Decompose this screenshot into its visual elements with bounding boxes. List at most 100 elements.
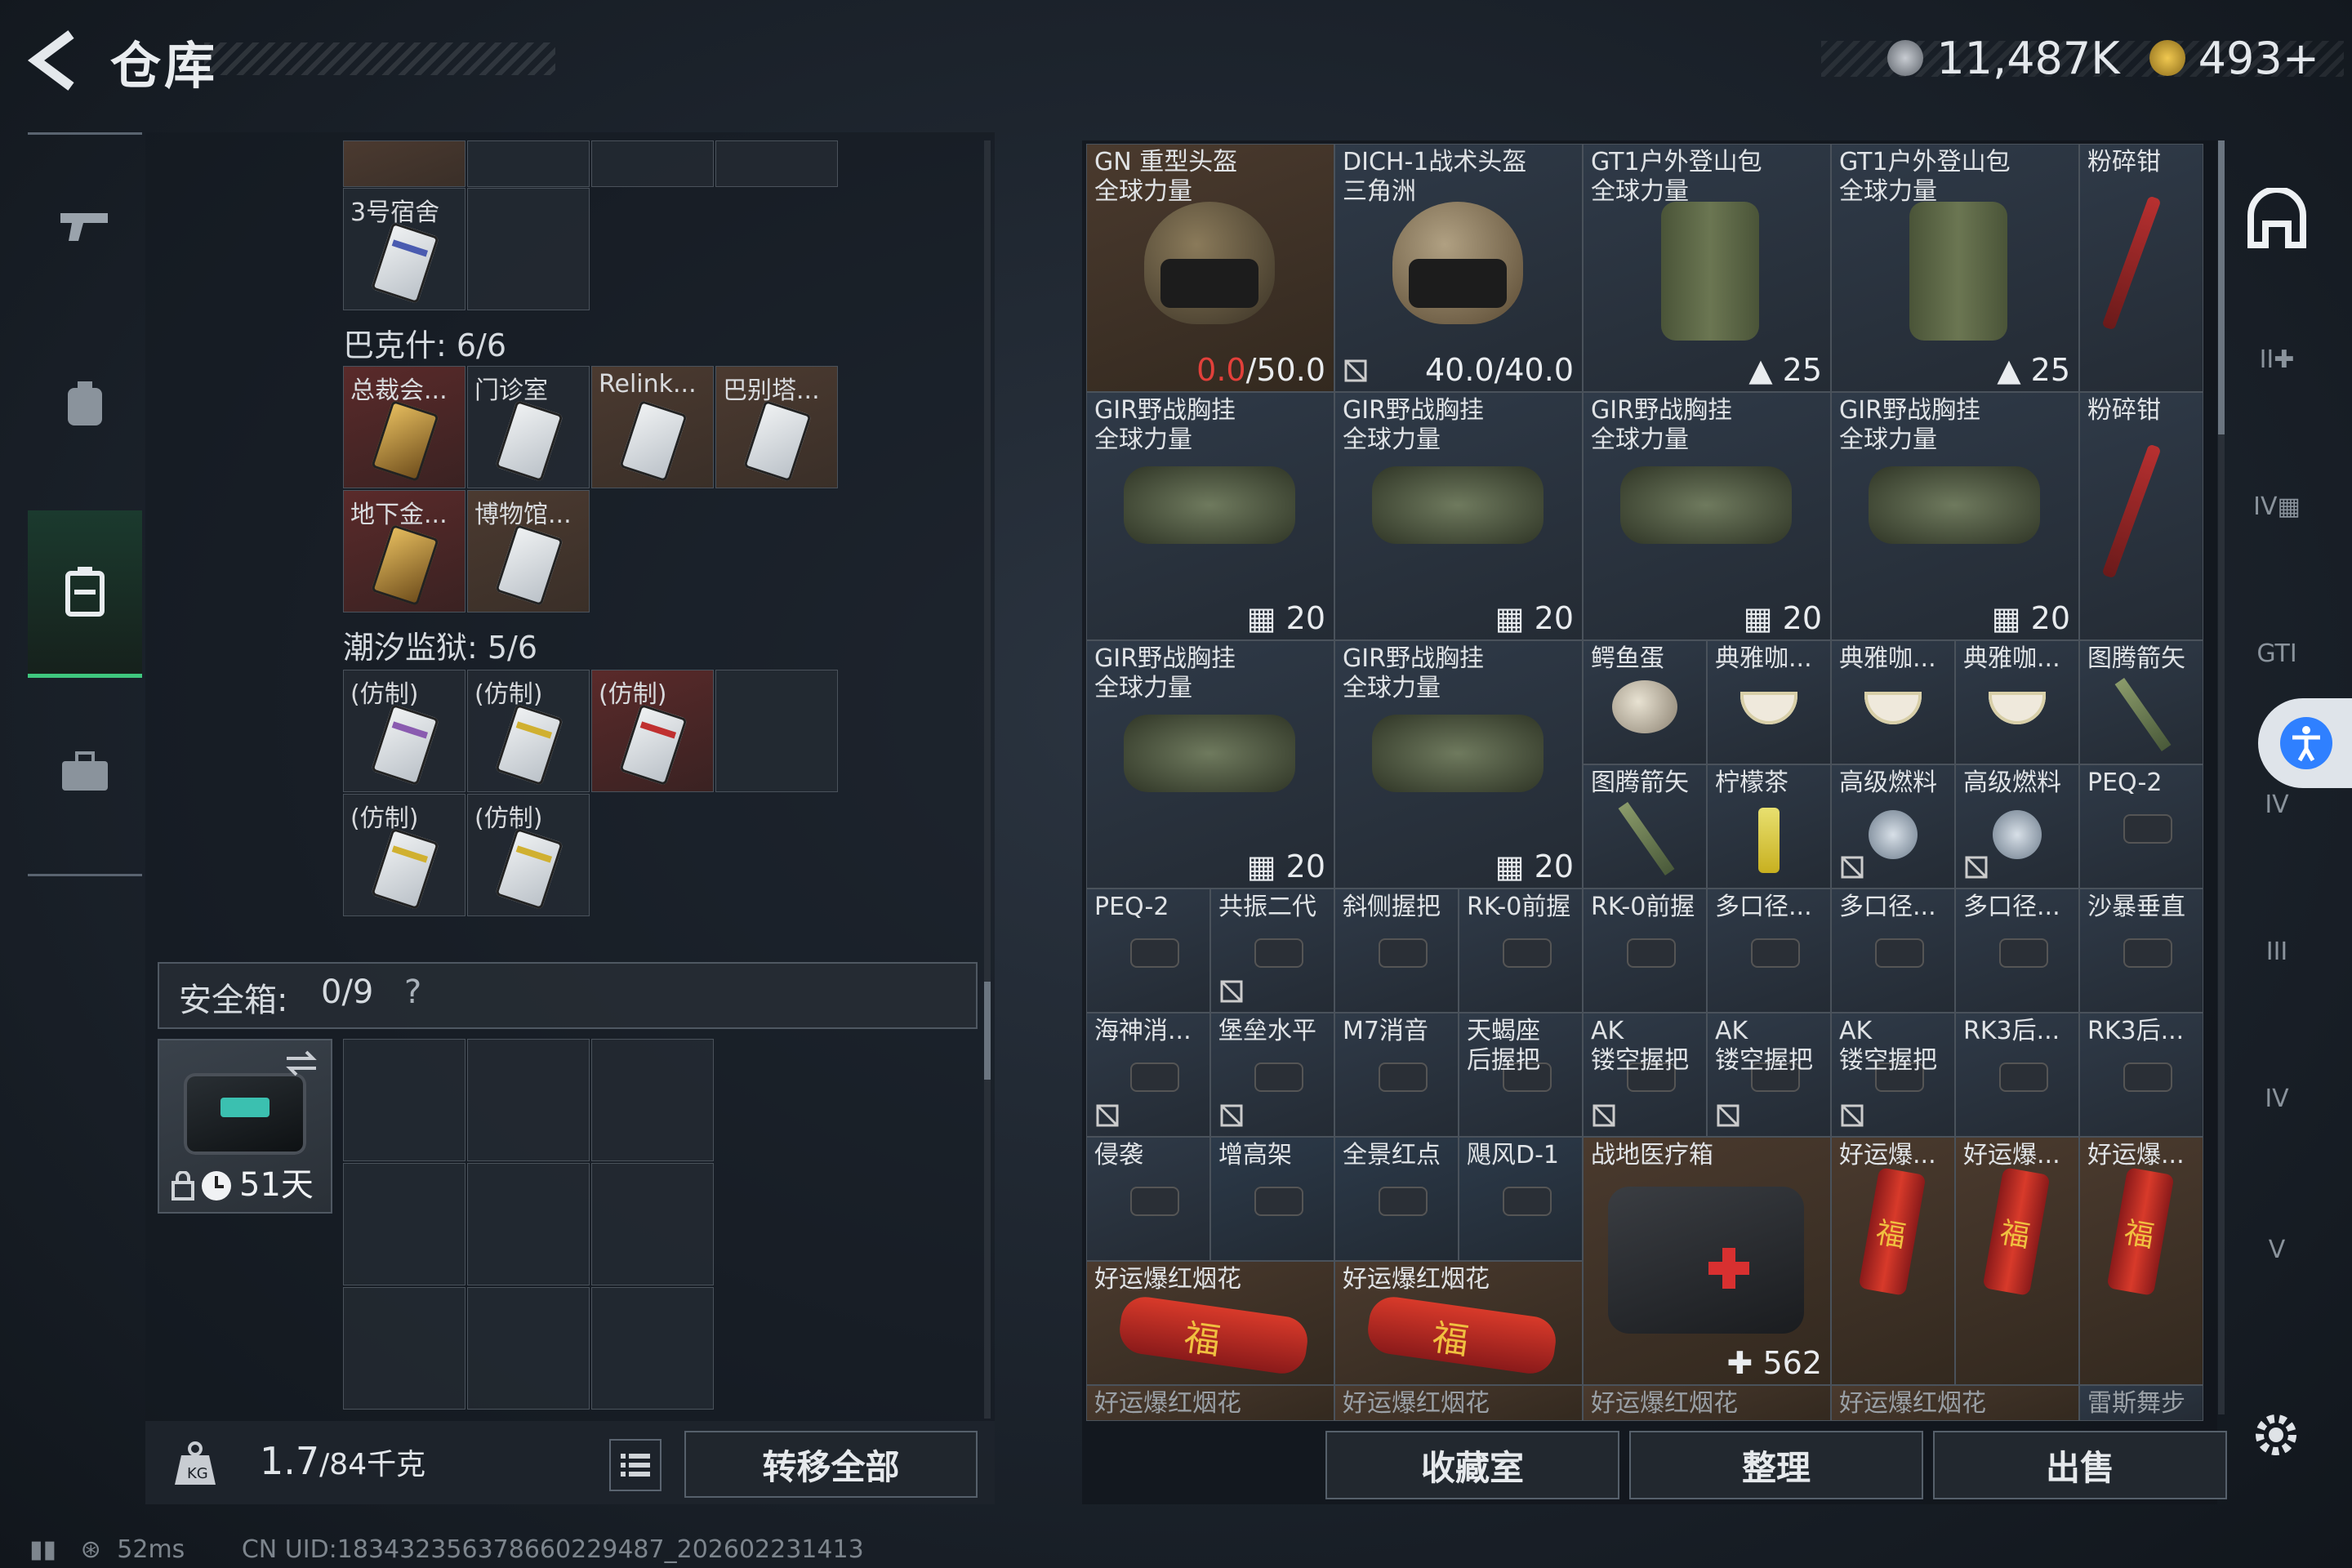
key-slot[interactable]: [715, 140, 838, 187]
item-attachment[interactable]: 全景红点: [1334, 1137, 1459, 1261]
item-bolt-cutter[interactable]: 粉碎钳: [2079, 392, 2203, 640]
safebox-slot[interactable]: [591, 1163, 714, 1285]
key-item[interactable]: 巴别塔...: [715, 366, 838, 488]
item-totem-arrow[interactable]: 图腾箭矢: [1583, 764, 1707, 889]
collection-room-button[interactable]: 收藏室: [1325, 1431, 1619, 1499]
empty-slot[interactable]: [467, 188, 590, 310]
item-firecracker[interactable]: 福好运爆...: [2079, 1137, 2203, 1385]
item-attachment[interactable]: AK 镂空握把: [1831, 1013, 1955, 1137]
item-firecracker[interactable]: 福好运爆...: [1831, 1137, 1955, 1385]
safebox-container[interactable]: 51天: [158, 1039, 332, 1214]
item-firecracker[interactable]: 福好运爆...: [1955, 1137, 2079, 1385]
item-attachment[interactable]: 共振二代: [1210, 889, 1334, 1013]
safebox-slot[interactable]: [467, 1039, 590, 1161]
item-attachment[interactable]: AK 镂空握把: [1707, 1013, 1831, 1137]
list-view-button[interactable]: [609, 1439, 662, 1491]
key-item[interactable]: 总裁会...: [343, 366, 466, 488]
item-attachment[interactable]: RK3后...: [1955, 1013, 2079, 1137]
item-firecracker[interactable]: 福好运爆红烟花: [1086, 1261, 1334, 1385]
item-coffee[interactable]: 典雅咖...: [1831, 640, 1955, 764]
item-peq2[interactable]: PEQ-2: [2079, 764, 2203, 889]
accessibility-button[interactable]: [2258, 698, 2352, 788]
item-firecracker[interactable]: 福好运爆红烟花: [1334, 1261, 1583, 1385]
item-attachment[interactable]: 海神消...: [1086, 1013, 1210, 1137]
key-item[interactable]: (仿制): [467, 794, 590, 916]
item-chest-rig[interactable]: GIR野战胸挂 全球力量 ▦ 20: [1583, 392, 1831, 640]
item-attachment[interactable]: PEQ-2: [1086, 889, 1210, 1013]
nav-storage[interactable]: [28, 510, 142, 678]
item-chest-rig[interactable]: GIR野战胸挂 全球力量 ▦ 20: [1086, 392, 1334, 640]
side-tab-weapons[interactable]: III: [2244, 919, 2310, 984]
item-attachment[interactable]: 增高架: [1210, 1137, 1334, 1261]
safebox-slot[interactable]: [467, 1287, 590, 1410]
nav-briefcase[interactable]: [28, 690, 142, 853]
inventory-scrollbar[interactable]: [2218, 140, 2225, 1414]
item-lemon-tea[interactable]: 柠檬茶: [1707, 764, 1831, 889]
item-chest-rig[interactable]: GIR野战胸挂 全球力量 ▦ 20: [1334, 392, 1583, 640]
key-item[interactable]: (仿制): [343, 670, 466, 792]
left-scrollbar[interactable]: [984, 140, 991, 1419]
safebox-slot[interactable]: [467, 1163, 590, 1285]
key-slot[interactable]: [591, 140, 714, 187]
key-item-dorm3[interactable]: 3号宿舍: [343, 188, 466, 310]
item-attachment[interactable]: 侵袭: [1086, 1137, 1210, 1261]
safehouse-tab[interactable]: [2244, 186, 2310, 252]
side-tab-medical[interactable]: II ✚: [2244, 327, 2310, 392]
item-helmet-gn[interactable]: GN 重型头盔 全球力量 0.0/50.0: [1086, 144, 1334, 392]
item-attachment[interactable]: RK-0前握: [1583, 889, 1707, 1013]
key-item[interactable]: (仿制): [467, 670, 590, 792]
item-chest-rig[interactable]: GIR野战胸挂 全球力量 ▦ 20: [1086, 640, 1334, 889]
left-scroll-thumb[interactable]: [984, 982, 991, 1080]
sell-button[interactable]: 出售: [1933, 1431, 2227, 1499]
key-item[interactable]: 门诊室: [467, 366, 590, 488]
item-attachment[interactable]: 多口径...: [1707, 889, 1831, 1013]
item-firecracker[interactable]: 好运爆红烟花: [1086, 1385, 1334, 1421]
currency-gold-value[interactable]: 493+: [2198, 33, 2319, 84]
key-item[interactable]: 博物馆...: [467, 490, 590, 612]
item-attachment[interactable]: M7消音: [1334, 1013, 1459, 1137]
side-tab-machine[interactable]: IV: [2244, 1066, 2310, 1131]
back-arrow-icon[interactable]: [26, 28, 83, 93]
transfer-all-button[interactable]: 转移全部: [684, 1431, 978, 1498]
safebox-slot[interactable]: [343, 1287, 466, 1410]
nav-backpack[interactable]: [28, 323, 142, 486]
item-totem-arrow[interactable]: 图腾箭矢: [2079, 640, 2203, 764]
item-firecracker[interactable]: 好运爆红烟花: [1831, 1385, 2079, 1421]
item-bolt-cutter[interactable]: 粉碎钳: [2079, 144, 2203, 392]
settings-gear-icon[interactable]: [2247, 1406, 2305, 1463]
item-backpack[interactable]: GT1户外登山包 全球力量 ▲ 25: [1831, 144, 2079, 392]
side-tab-workbench[interactable]: GTI: [2244, 621, 2310, 686]
key-slot[interactable]: [343, 140, 466, 187]
safebox-slot[interactable]: [591, 1287, 714, 1410]
key-item[interactable]: 地下金...: [343, 490, 466, 612]
safebox-slot[interactable]: [343, 1163, 466, 1285]
item-backpack[interactable]: GT1户外登山包 全球力量 ▲ 25: [1583, 144, 1831, 392]
item-attachment[interactable]: 多口径...: [1831, 889, 1955, 1013]
item-coffee[interactable]: 典雅咖...: [1707, 640, 1831, 764]
item-attachment[interactable]: 堡垒水平: [1210, 1013, 1334, 1137]
item-medkit[interactable]: 战地医疗箱 ✚ 562: [1583, 1137, 1831, 1385]
item-dance[interactable]: 雷斯舞步: [2079, 1385, 2203, 1421]
item-attachment[interactable]: AK 镂空握把: [1583, 1013, 1707, 1137]
swap-icon[interactable]: [283, 1049, 319, 1078]
key-slot[interactable]: [467, 140, 590, 187]
item-firecracker[interactable]: 好运爆红烟花: [1583, 1385, 1831, 1421]
item-attachment[interactable]: 多口径...: [1955, 889, 2079, 1013]
help-icon[interactable]: ?: [404, 973, 421, 1011]
side-tab-storage[interactable]: IV ▦: [2244, 474, 2310, 539]
item-fuel[interactable]: 高级燃料: [1955, 764, 2079, 889]
key-item[interactable]: (仿制): [591, 670, 714, 792]
side-tab-machine[interactable]: V: [2244, 1217, 2310, 1282]
inventory-scroll-thumb[interactable]: [2218, 140, 2225, 434]
item-fuel[interactable]: 高级燃料: [1831, 764, 1955, 889]
item-firecracker[interactable]: 好运爆红烟花: [1334, 1385, 1583, 1421]
empty-slot[interactable]: [715, 670, 838, 792]
item-attachment[interactable]: 斜侧握把: [1334, 889, 1459, 1013]
item-attachment[interactable]: 沙暴垂直: [2079, 889, 2203, 1013]
key-item[interactable]: (仿制): [343, 794, 466, 916]
item-coffee[interactable]: 典雅咖...: [1955, 640, 2079, 764]
item-attachment[interactable]: 飓风D-1: [1459, 1137, 1583, 1261]
item-chest-rig[interactable]: GIR野战胸挂 全球力量 ▦ 20: [1334, 640, 1583, 889]
nav-weapons[interactable]: [28, 143, 142, 306]
item-chest-rig[interactable]: GIR野战胸挂 全球力量 ▦ 20: [1831, 392, 2079, 640]
